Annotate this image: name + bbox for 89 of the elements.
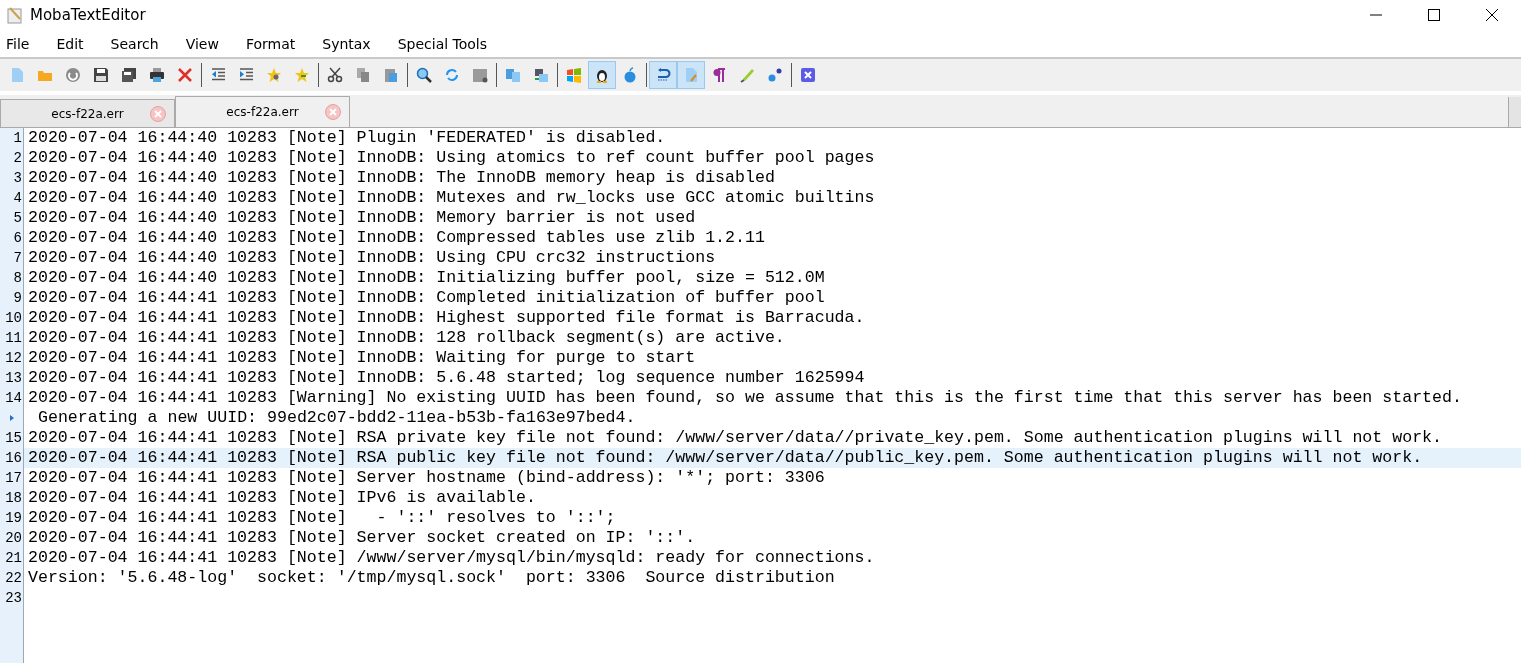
line-number: 13: [4, 369, 23, 388]
code-line: 2020-07-04 16:44:41 10283 [Note] InnoDB: 128 rollback segment(s) are active.: [27, 328, 785, 348]
file-tab[interactable]: ecs-f22a.err: [0, 99, 175, 127]
pilcrow-icon: [711, 67, 727, 83]
line-number: 9: [12, 289, 23, 308]
wrap-marker-icon: [8, 414, 15, 422]
code-line: 2020-07-04 16:44:41 10283 [Note] Server hostname (bind-address): '*'; port: 3306: [27, 468, 825, 488]
cross-icon: [177, 67, 193, 83]
clipboard-icon: [383, 67, 399, 83]
line-number: 23: [4, 589, 23, 608]
wrap-arrow-icon: [655, 67, 671, 83]
line-number: 18: [4, 489, 23, 508]
floppy-disks-icon: [121, 67, 137, 83]
line-number: 16: [4, 449, 23, 468]
code-line: 2020-07-04 16:44:41 10283 [Note] RSA private key file not found: /www/server/data//private_key.pem. Some authentication plugins will not work.: [27, 428, 1443, 448]
menu-item[interactable]: Syntax: [322, 33, 371, 54]
penguin-icon: [594, 67, 610, 83]
highlighter-icon: [739, 67, 755, 83]
line-number: 10: [4, 309, 23, 328]
line-number: 4: [12, 189, 23, 208]
line-number: 21: [4, 549, 23, 568]
windows-logo-icon: [566, 67, 582, 83]
notepad-pencil-icon: [6, 6, 24, 24]
file-tab[interactable]: ecs-f22a.err: [175, 96, 350, 127]
menu-item[interactable]: Edit: [56, 33, 84, 54]
menu-item[interactable]: Format: [245, 33, 296, 54]
close-tab-icon[interactable]: [325, 104, 341, 120]
line-number: 2: [12, 149, 23, 168]
code-line: 2020-07-04 16:44:41 10283 [Note] InnoDB: 5.6.48 started; log sequence number 1625994: [27, 368, 865, 388]
copy-icon: [355, 67, 371, 83]
line-number: 15: [4, 429, 23, 448]
printer-icon: [149, 67, 165, 83]
line-number: 20: [4, 529, 23, 548]
code-line: 2020-07-04 16:44:41 10283 [Note] - '::' resolves to '::';: [27, 508, 616, 528]
indent-icon: [238, 67, 254, 83]
apple-icon: [622, 67, 638, 83]
menu-item[interactable]: View: [185, 33, 219, 54]
code-line: 2020-07-04 16:44:41 10283 [Note] Server socket created on IP: '::'.: [27, 528, 696, 548]
code-line: 2020-07-04 16:44:40 10283 [Note] Plugin 'FEDERATED' is disabled.: [27, 128, 666, 148]
code-line: 2020-07-04 16:44:41 10283 [Note] /www/server/mysql/bin/mysqld: ready for connections.: [27, 548, 875, 568]
outdent-icon: [210, 67, 226, 83]
refresh-arrows-icon: [444, 67, 460, 83]
maximize-icon: [1427, 8, 1441, 22]
line-number: 14: [4, 389, 23, 408]
line-number: 12: [4, 349, 23, 368]
star-icon: [294, 67, 310, 83]
code-line: 2020-07-04 16:44:41 10283 [Note] IPv6 is available.: [27, 488, 536, 508]
line-number: 1: [12, 129, 23, 148]
code-line: Generating a new UUID: 99ed2c07-bdd2-11ea-b53b-fa163e97bed4.: [37, 408, 636, 428]
code-line: 2020-07-04 16:44:40 10283 [Note] InnoDB: Compressed tables use zlib 1.2.11: [27, 228, 765, 248]
toolbar-button[interactable]: [588, 61, 616, 89]
tab-scroll-button[interactable]: [1508, 97, 1521, 127]
scissors-icon: [327, 67, 343, 83]
code-line: 2020-07-04 16:44:41 10283 [Note] InnoDB: Waiting for purge to start: [27, 348, 696, 368]
line-number: 11: [4, 329, 23, 348]
close-icon: [1485, 8, 1499, 22]
page-pencil-icon: [683, 67, 699, 83]
code-line: Version: '5.6.48-log' socket: '/tmp/mysql.sock' port: 3306 Source distribution: [27, 568, 835, 588]
code-line: 2020-07-04 16:44:40 10283 [Note] InnoDB: Using atomics to ref count buffer pool pages: [27, 148, 875, 168]
code-line: 2020-07-04 16:44:40 10283 [Note] InnoDB: Mutexes and rw_locks use GCC atomic builtins: [27, 188, 875, 208]
line-number: 6: [12, 229, 23, 248]
code-line: 2020-07-04 16:44:40 10283 [Note] InnoDB: Memory barrier is not used: [27, 208, 696, 228]
close-tab-icon[interactable]: [150, 105, 166, 122]
window-title: MobaTextEditor: [30, 6, 146, 24]
document-gear-icon: [472, 67, 488, 83]
star-icon: [266, 67, 282, 83]
menu-item[interactable]: Search: [110, 33, 159, 54]
compare-files-icon: [505, 67, 521, 83]
code-line: 2020-07-04 16:44:41 10283 [Note] InnoDB: Highest supported file format is Barracuda.: [27, 308, 865, 328]
menu-item[interactable]: Special Tools: [397, 33, 488, 54]
code-line: 2020-07-04 16:44:40 10283 [Note] InnoDB: The InnoDB memory heap is disabled: [27, 168, 775, 188]
reload-icon: [65, 67, 81, 83]
line-number: 8: [12, 269, 23, 288]
search-icon: [416, 67, 432, 83]
move-files-icon: [533, 67, 549, 83]
exit-icon: [800, 67, 816, 83]
line-number: 7: [12, 249, 23, 268]
code-line: 2020-07-04 16:44:41 10283 [Warning] No existing UUID has been found, so we assume that this is the first time that this server has been started.: [27, 388, 1462, 408]
code-line: 2020-07-04 16:44:40 10283 [Note] InnoDB: Initializing buffer pool, size = 512.0M: [27, 268, 825, 288]
line-number: 17: [4, 469, 23, 488]
line-number: 5: [12, 209, 23, 228]
code-line: 2020-07-04 16:44:41 10283 [Note] RSA public key file not found: /www/server/data//public_key.pem. Some authentication plugins will not work.: [27, 448, 1423, 468]
page-icon: [9, 67, 25, 83]
line-number: 3: [12, 169, 23, 188]
line-number: 19: [4, 509, 23, 528]
menu-item[interactable]: File: [6, 33, 30, 54]
code-line: 2020-07-04 16:44:40 10283 [Note] InnoDB: Using CPU crc32 instructions: [27, 248, 716, 268]
code-line: 2020-07-04 16:44:41 10283 [Note] InnoDB: Completed initialization of buffer pool: [27, 288, 825, 308]
line-number: 22: [4, 569, 23, 588]
